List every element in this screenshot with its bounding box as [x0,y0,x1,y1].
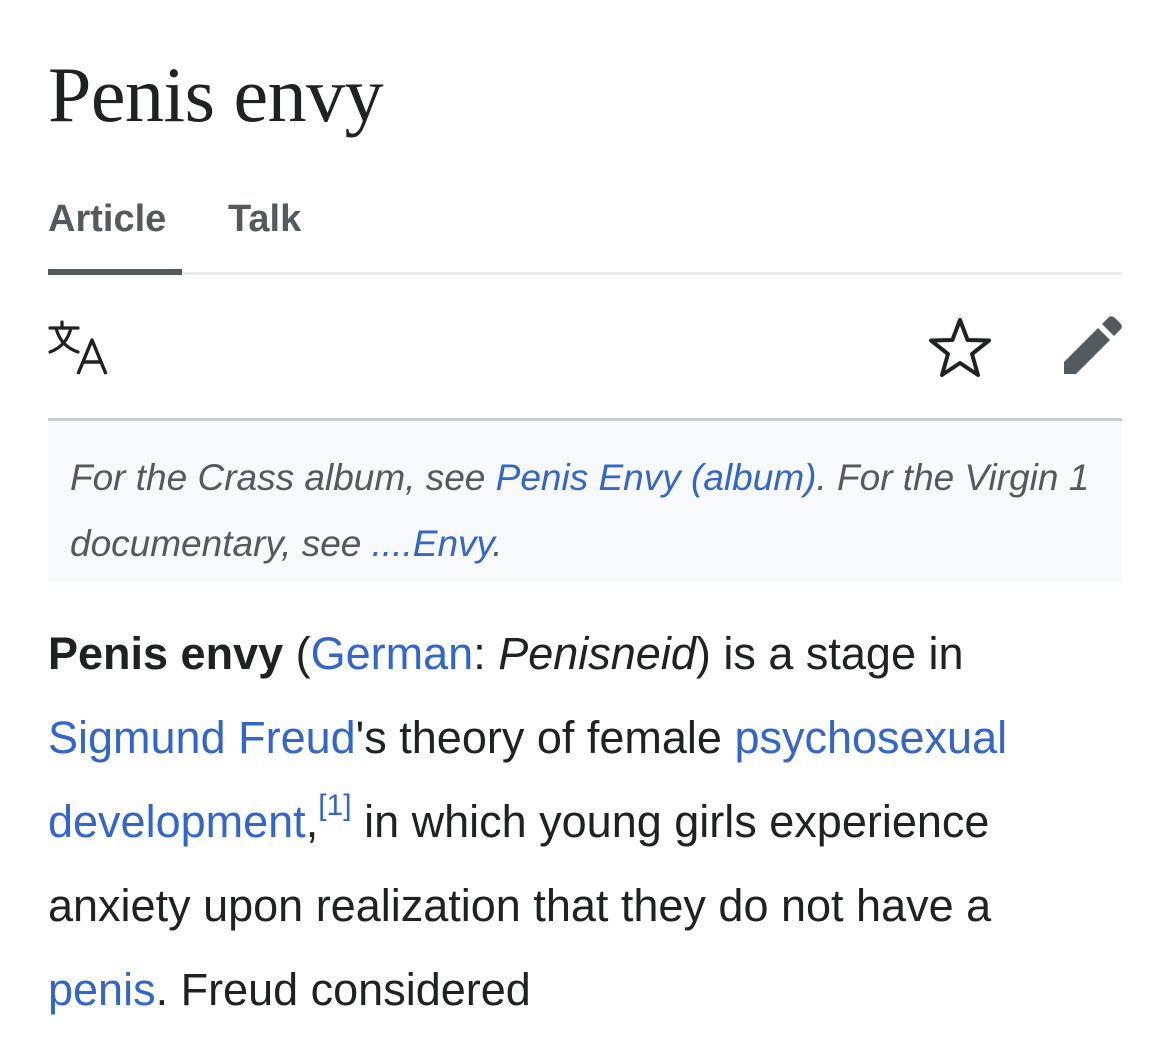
lead-text-2: : [473,628,499,679]
namespace-tabs: Article Talk [48,190,1122,275]
star-icon[interactable] [928,316,992,380]
tab-article[interactable]: Article [48,198,166,241]
pencil-icon[interactable] [1060,316,1122,378]
hatnote-link-album[interactable]: Penis Envy (album) [496,457,817,498]
lead-text-7: . Freud considered [155,964,531,1015]
lead-text-1: ( [283,628,311,679]
link-penis[interactable]: penis [48,964,156,1015]
tab-talk[interactable]: Talk [228,198,301,241]
lead-text-3: ) is a stage in [695,628,964,679]
hatnote-link-documentary[interactable]: ....Envy [372,523,493,564]
hatnote-text-1: For the Crass album, see [70,457,496,498]
lead-italic-term: Penisneid [498,628,696,679]
lead-text-4: 's theory of female [355,712,735,763]
reference-link[interactable]: [1] [318,789,351,822]
lead-bold-term: Penis envy [48,628,284,679]
lead-paragraph: Penis envy (German: Penisneid) is a stag… [48,612,1122,1032]
link-sigmund-freud[interactable]: Sigmund Freud [48,712,356,763]
hatnote: For the Crass album, see Penis Envy (alb… [48,421,1122,581]
page-actions-bar [48,272,1122,421]
translate-icon[interactable] [48,318,112,378]
page-title: Penis envy [48,51,384,138]
lead-text-5: , [305,796,319,847]
link-german[interactable]: German [311,628,474,679]
hatnote-text-3: . [492,523,503,564]
